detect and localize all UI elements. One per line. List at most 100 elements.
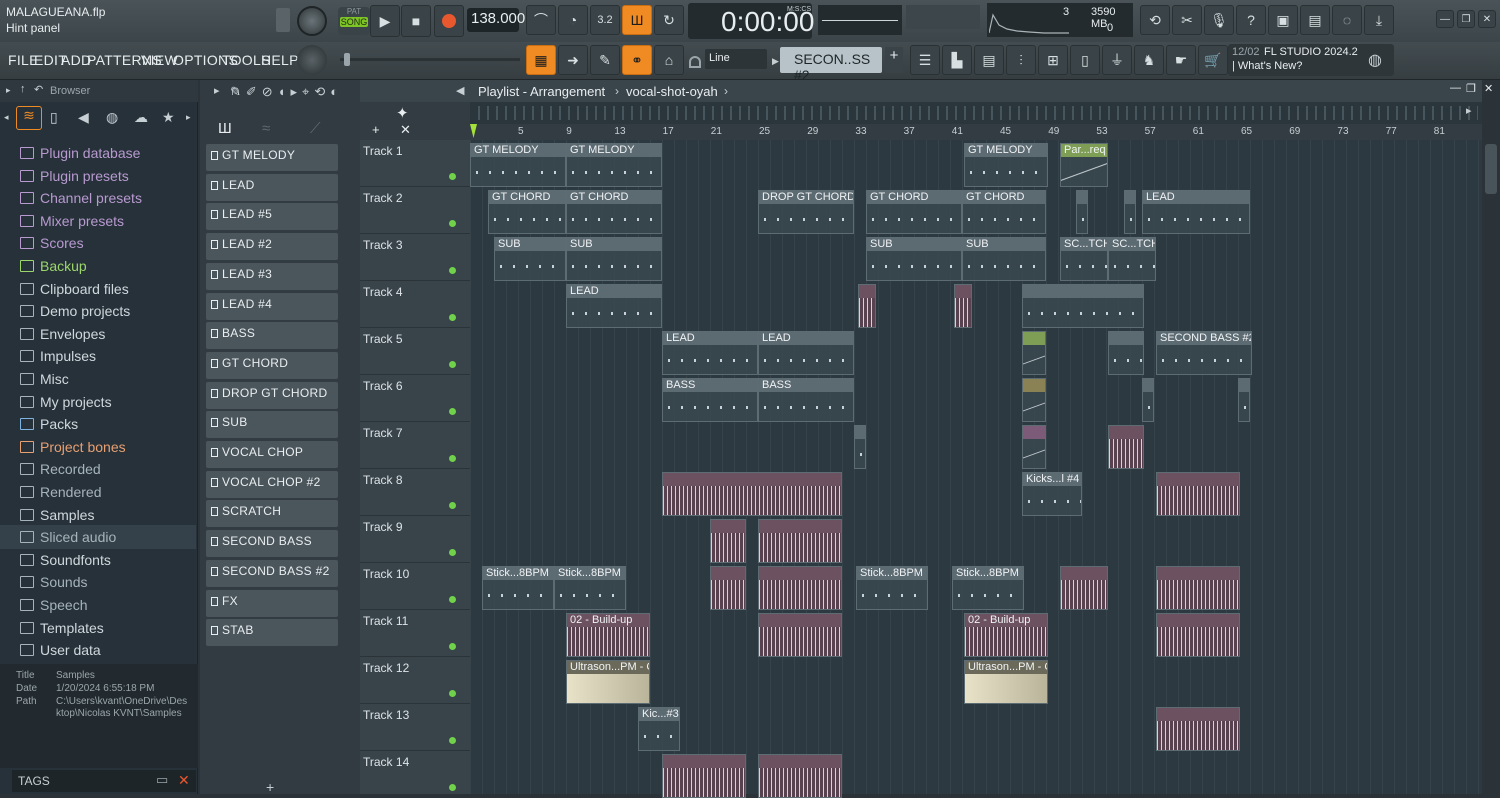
playlist-clip[interactable] [1156,566,1240,610]
overview-strip[interactable] [470,102,1482,124]
playlist-clip[interactable] [710,566,746,610]
master-pitch-knob[interactable] [297,45,327,75]
playlist-clip[interactable] [1022,425,1046,469]
browser-back-icon[interactable]: ↶ [34,83,43,96]
playlist-clip[interactable]: Stick...8BPM [952,566,1024,610]
track-header[interactable]: Track 6 [360,375,470,422]
browser-item-user-data[interactable]: User data [20,640,101,660]
playlist-clip[interactable] [758,613,842,657]
playlist-note-icon[interactable]: ✦ [396,104,409,122]
pattern-item[interactable]: FX [206,589,338,617]
browser-item-project-bones[interactable]: Project bones [20,437,126,457]
pattern-item[interactable]: SUB [206,411,338,439]
playlist-clip[interactable] [1142,378,1154,422]
playlist-clip[interactable] [1156,613,1240,657]
playlist-tools-icons[interactable]: ✎✐⊘◖▸⌖⟲◐ [230,84,456,100]
piano-roll-icon[interactable]: ▙ [942,45,972,75]
playlist-clip[interactable]: Kicks...l #4 [1022,472,1082,516]
playlist-clip[interactable]: LEAD [758,331,854,375]
browser-item-channel-presets[interactable]: Channel presets [20,188,142,208]
pencil-icon[interactable]: ✎ [590,45,620,75]
touch-icon[interactable]: ☛ [1166,45,1196,75]
track-header[interactable]: Track 8 [360,469,470,516]
playlist-clip[interactable]: 02 - Build-up [566,613,650,657]
scroll-right-icon[interactable]: ▸ [1466,104,1472,117]
microphone-icon[interactable]: 🎙 [1204,5,1234,35]
playlist-clip[interactable]: DROP GT CHORD [758,190,854,234]
track-enable-led[interactable] [449,737,456,744]
link-icon[interactable]: ⚭ [622,45,652,75]
news-link[interactable]: | What's New? [1232,60,1302,72]
track-header[interactable]: Track 5 [360,328,470,375]
playlist-clip[interactable]: SECOND BASS #2 [1156,331,1252,375]
wait-input-icon[interactable]: ◔ [558,5,588,35]
browser-item-recorded[interactable]: Recorded [20,459,101,479]
browser-item-packs[interactable]: Packs [20,414,78,434]
browser-item-speech[interactable]: Speech [20,595,87,615]
playlist-icon[interactable]: ▦ [526,45,556,75]
playlist-clip[interactable] [1108,331,1144,375]
browser-item-backup[interactable]: Backup [20,256,87,276]
picker-audio-icon[interactable]: ≈ [262,120,270,137]
playlist-clip[interactable] [1156,707,1240,751]
track-header[interactable]: Track 11 [360,610,470,657]
track-header[interactable]: Track 14 [360,751,470,798]
track-header[interactable]: Track 13 [360,704,470,751]
playlist-clip[interactable] [1022,331,1046,375]
mixer-icon[interactable]: ⫶ [1006,45,1036,75]
playlist-clip[interactable] [858,284,876,328]
playlist-clip[interactable]: Ultrason...PM - C [964,660,1048,704]
star-icon[interactable]: ★ [162,109,175,126]
metronome-icon[interactable]: ⌒ [526,5,556,35]
track-enable-led[interactable] [449,784,456,791]
playlist-delete-icon[interactable]: ✕ [400,122,411,138]
playlist-clip[interactable]: BASS [662,378,758,422]
browser-item-plugin-presets[interactable]: Plugin presets [20,166,129,186]
step-edit-icon[interactable]: Ш [622,5,652,35]
browser-item-my-projects[interactable]: My projects [20,392,112,412]
stamp-icon[interactable]: ⌂ [654,45,684,75]
master-volume-knob[interactable] [297,6,327,36]
tempo-display[interactable]: 138.000 [467,8,525,32]
playlist-minimize-icon[interactable]: — [1450,82,1461,94]
pattern-item[interactable]: LEAD #2 [206,233,338,261]
playlist-clip[interactable]: Par...req [1060,143,1108,187]
playlist-clip[interactable]: Stick...8BPM [856,566,928,610]
playlist-clip[interactable]: SUB [566,237,662,281]
add-pattern-button[interactable]: + [885,47,903,73]
restore-icon[interactable]: ❐ [1457,10,1475,28]
browser-item-sounds[interactable]: Sounds [20,572,87,592]
pattern-item[interactable]: VOCAL CHOP #2 [206,470,338,498]
playlist-clip[interactable]: BASS [758,378,854,422]
playlist-clip[interactable] [1108,425,1144,469]
pattern-item[interactable]: SCRATCH [206,500,338,528]
song-mode-button[interactable]: SONG [340,17,368,27]
track-header[interactable]: Track 9 [360,516,470,563]
playlist-clip[interactable]: GT MELODY [566,143,662,187]
playlist-clip[interactable]: Stick...8BPM [482,566,554,610]
track-enable-led[interactable] [449,502,456,509]
pattern-item[interactable]: STAB [206,619,338,647]
record-button[interactable] [434,5,464,37]
add-track-button[interactable]: + [266,779,274,795]
playlist-grid[interactable]: GT MELODY GT MELODY GT MELODY Par...req GT C… [470,140,1482,798]
playlist-clip[interactable] [1156,472,1240,516]
timeline-ruler[interactable]: 5 9 13 17 21 25 29 33 37 41 45 49 53 57 61 65 69 73 77 81 [470,124,1482,140]
zoom-slider[interactable] [340,53,520,66]
performance-icon[interactable]: ♞ [1134,45,1164,75]
playlist-add-icon[interactable]: + [372,122,380,137]
stop-button[interactable]: ■ [401,5,431,37]
track-header[interactable]: Track 1 [360,140,470,187]
playlist-clip[interactable]: Stick...8BPM [554,566,626,610]
save-as-icon[interactable]: ▤ [1300,5,1330,35]
globe-icon[interactable]: ◍ [1368,50,1382,70]
all-files-icon[interactable]: ≋ [16,106,42,130]
browser-item-envelopes[interactable]: Envelopes [20,324,105,344]
track-enable-led[interactable] [449,596,456,603]
browser-item-rendered[interactable]: Rendered [20,482,102,502]
track-header[interactable]: Track 10 [360,563,470,610]
browser-menu-icon[interactable]: ▸ [6,85,11,96]
arrow-icon[interactable]: ➜ [558,45,588,75]
playlist-clip[interactable]: GT CHORD [866,190,962,234]
tags-label[interactable]: TAGS [18,774,50,788]
